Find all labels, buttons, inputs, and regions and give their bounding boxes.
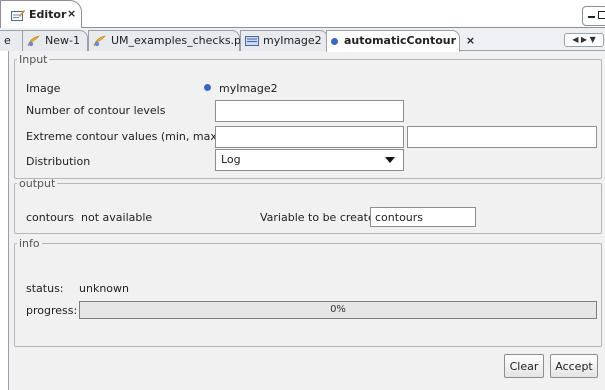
python-file-icon	[27, 35, 40, 47]
tab-label: New-1	[45, 34, 80, 47]
tab-new-1[interactable]: New-1	[22, 30, 88, 51]
distribution-label: Distribution	[26, 155, 91, 168]
tab-label: myImage2	[263, 34, 322, 47]
variable-name-input[interactable]	[370, 207, 476, 227]
image-icon	[245, 36, 259, 46]
info-legend: info	[19, 237, 40, 250]
image-label: Image	[26, 82, 61, 95]
progress-text: 0%	[330, 304, 346, 315]
automatic-contour-editor: Input Image myImage2 Number of contour l…	[8, 51, 605, 390]
minimize-button[interactable]	[582, 6, 605, 26]
editor-view-title: Editor	[29, 8, 67, 21]
contour-max-input[interactable]	[407, 126, 597, 148]
tab-label: UM_examples_checks.py	[111, 34, 248, 47]
editor-view-tab[interactable]: Editor ×	[0, 0, 82, 28]
close-icon[interactable]: ×	[67, 7, 76, 20]
tab-myimage2[interactable]: myImage2	[240, 30, 328, 51]
tab-um-examples-checks[interactable]: UM_examples_checks.py	[88, 30, 248, 51]
input-legend: Input	[19, 53, 48, 66]
distribution-value: Log	[221, 153, 241, 166]
status-dot-icon	[331, 37, 338, 45]
editor-icon	[11, 10, 25, 21]
output-legend: output	[19, 177, 56, 190]
output-status: contours not available	[26, 211, 153, 224]
distribution-select[interactable]: Log	[215, 149, 404, 171]
levels-label: Number of contour levels	[26, 104, 166, 117]
variable-label: Variable to be created	[260, 211, 382, 224]
editor-tab-strip: e New-1 UM_examples_checks.py myImage2 a…	[0, 28, 605, 52]
tab-list-chevron-icon[interactable]: ◀ ▶ ▼	[564, 33, 604, 47]
status-label: status:	[26, 282, 64, 295]
tab-label: e	[4, 34, 11, 47]
python-file-icon	[93, 35, 106, 47]
tab-automatic-contour[interactable]: automaticContour ×	[326, 30, 475, 52]
output-group: output	[14, 177, 602, 234]
extremes-label: Extreme contour values (min, max)	[26, 130, 222, 143]
maximize-icon	[598, 11, 605, 19]
progress-bar: 0%	[79, 301, 597, 319]
status-value: unknown	[79, 282, 129, 295]
clear-button[interactable]: Clear	[504, 354, 544, 378]
minimize-icon	[588, 16, 595, 18]
contour-levels-input[interactable]	[215, 100, 404, 122]
image-value: myImage2	[219, 82, 278, 95]
tab-close-icon[interactable]: ×	[466, 34, 475, 47]
tab-label: automaticContour	[344, 34, 457, 47]
progress-label: progress:	[26, 304, 78, 317]
chevron-down-icon	[385, 157, 395, 163]
accept-button[interactable]: Accept	[550, 354, 598, 378]
image-status-icon	[204, 84, 211, 91]
contour-min-input[interactable]	[215, 126, 404, 148]
